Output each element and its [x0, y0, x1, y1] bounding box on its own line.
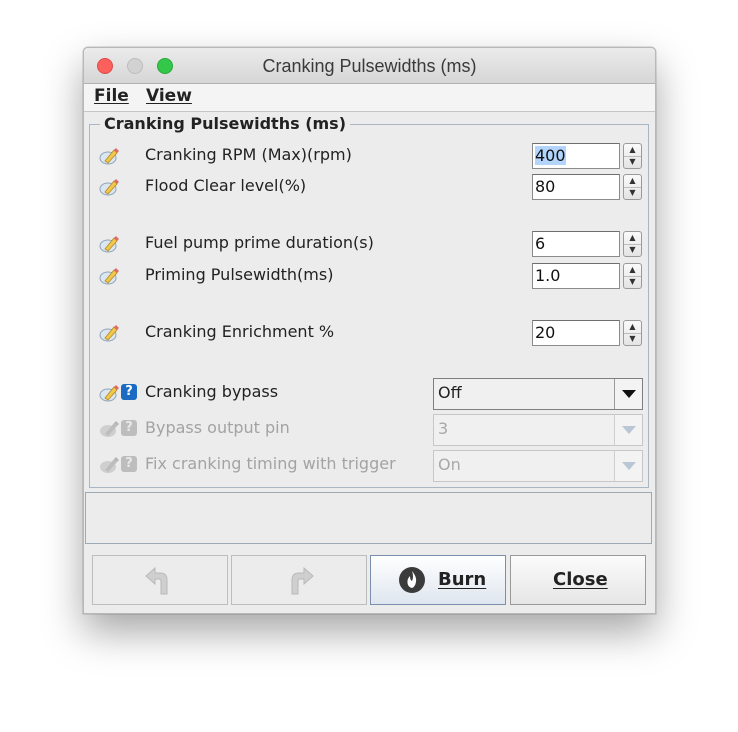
dropdown-arrow [614, 451, 642, 481]
spin-down-icon[interactable]: ▼ [624, 187, 641, 199]
priming-pulsewidth-input[interactable]: 1.0 [532, 263, 620, 289]
settings-group: Cranking Pulsewidths (ms) Cranking RPM (… [89, 114, 649, 488]
cranking-rpm-input[interactable]: 400 [532, 143, 620, 169]
field-row-fuel-pump-prime: Fuel pump prime duration(s) 6 ▲ ▼ [90, 231, 648, 257]
fuel-pump-prime-spinner[interactable]: ▲ ▼ [623, 231, 642, 257]
cranking-rpm-spinner[interactable]: ▲ ▼ [623, 143, 642, 169]
field-label: Cranking Enrichment % [145, 322, 335, 341]
field-row-flood-clear: Flood Clear level(%) 80 ▲ ▼ [90, 174, 648, 200]
field-label: Priming Pulsewidth(ms) [145, 265, 334, 284]
pencil-edit-icon[interactable] [99, 266, 119, 286]
dropdown-row-cranking-bypass: ? Cranking bypass Off [90, 378, 648, 410]
chevron-down-icon [622, 462, 636, 470]
chevron-down-icon [622, 390, 636, 398]
field-label: Cranking RPM (Max)(rpm) [145, 145, 352, 164]
spin-down-icon[interactable]: ▼ [624, 156, 641, 168]
redo-arrow-icon [291, 566, 314, 595]
cranking-bypass-select[interactable]: Off [433, 378, 643, 410]
group-title: Cranking Pulsewidths (ms) [100, 114, 351, 133]
dropdown-row-bypass-output-pin: ? Bypass output pin 3 [90, 414, 648, 446]
undo-arrow-icon [145, 566, 168, 595]
dialog-window: Cranking Pulsewidths (ms) File View Cran… [83, 47, 656, 614]
bypass-output-pin-select: 3 [433, 414, 643, 446]
pencil-edit-icon[interactable] [99, 323, 119, 343]
close-label: Close [553, 569, 608, 590]
select-value: On [438, 455, 461, 474]
help-icon: ? [121, 420, 137, 436]
flame-icon [399, 567, 425, 593]
help-icon[interactable]: ? [121, 384, 137, 400]
dropdown-label: Fix cranking timing with trigger [145, 454, 396, 473]
burn-label: Burn [438, 569, 487, 590]
pencil-edit-icon[interactable] [99, 383, 119, 403]
menu-file[interactable]: File [94, 86, 129, 106]
help-icon: ? [121, 456, 137, 472]
spin-down-icon[interactable]: ▼ [624, 244, 641, 256]
undo-button[interactable] [92, 555, 228, 605]
pencil-edit-icon[interactable] [99, 177, 119, 197]
fix-cranking-timing-select: On [433, 450, 643, 482]
button-bar: Burn Close [84, 553, 655, 613]
cranking-enrichment-spinner[interactable]: ▲ ▼ [623, 320, 642, 346]
spin-down-icon[interactable]: ▼ [624, 276, 641, 288]
menu-view[interactable]: View [146, 86, 192, 106]
dropdown-label: Cranking bypass [145, 382, 279, 401]
pencil-edit-icon[interactable] [99, 146, 119, 166]
window-title: Cranking Pulsewidths (ms) [262, 56, 477, 76]
pencil-edit-icon [100, 457, 119, 473]
pencil-edit-icon[interactable] [99, 234, 119, 254]
select-value: 3 [438, 419, 449, 438]
title-bar[interactable]: Cranking Pulsewidths (ms) [84, 48, 655, 84]
chevron-down-icon [622, 426, 636, 434]
priming-pulsewidth-spinner[interactable]: ▲ ▼ [623, 263, 642, 289]
dropdown-label: Bypass output pin [145, 418, 290, 437]
field-label: Fuel pump prime duration(s) [145, 233, 374, 252]
flood-clear-spinner[interactable]: ▲ ▼ [623, 174, 642, 200]
cranking-enrichment-input[interactable]: 20 [532, 320, 620, 346]
flood-clear-input[interactable]: 80 [532, 174, 620, 200]
menu-bar: File View [84, 84, 655, 112]
spin-down-icon[interactable]: ▼ [624, 333, 641, 345]
dropdown-arrow [614, 415, 642, 445]
dropdown-row-fix-cranking-timing: ? Fix cranking timing with trigger On [90, 450, 648, 482]
burn-button[interactable]: Burn [370, 555, 506, 605]
close-button[interactable]: Close [510, 555, 646, 605]
status-panel [85, 492, 652, 544]
redo-button[interactable] [231, 555, 367, 605]
fuel-pump-prime-input[interactable]: 6 [532, 231, 620, 257]
select-value: Off [438, 383, 462, 402]
field-row-cranking-enrichment: Cranking Enrichment % 20 ▲ ▼ [90, 320, 648, 346]
dropdown-arrow[interactable] [614, 379, 642, 409]
pencil-edit-icon [100, 421, 119, 437]
field-label: Flood Clear level(%) [145, 176, 307, 195]
field-row-cranking-rpm: Cranking RPM (Max)(rpm) 400 ▲ ▼ [90, 143, 648, 169]
field-row-priming-pulsewidth: Priming Pulsewidth(ms) 1.0 ▲ ▼ [90, 263, 648, 289]
